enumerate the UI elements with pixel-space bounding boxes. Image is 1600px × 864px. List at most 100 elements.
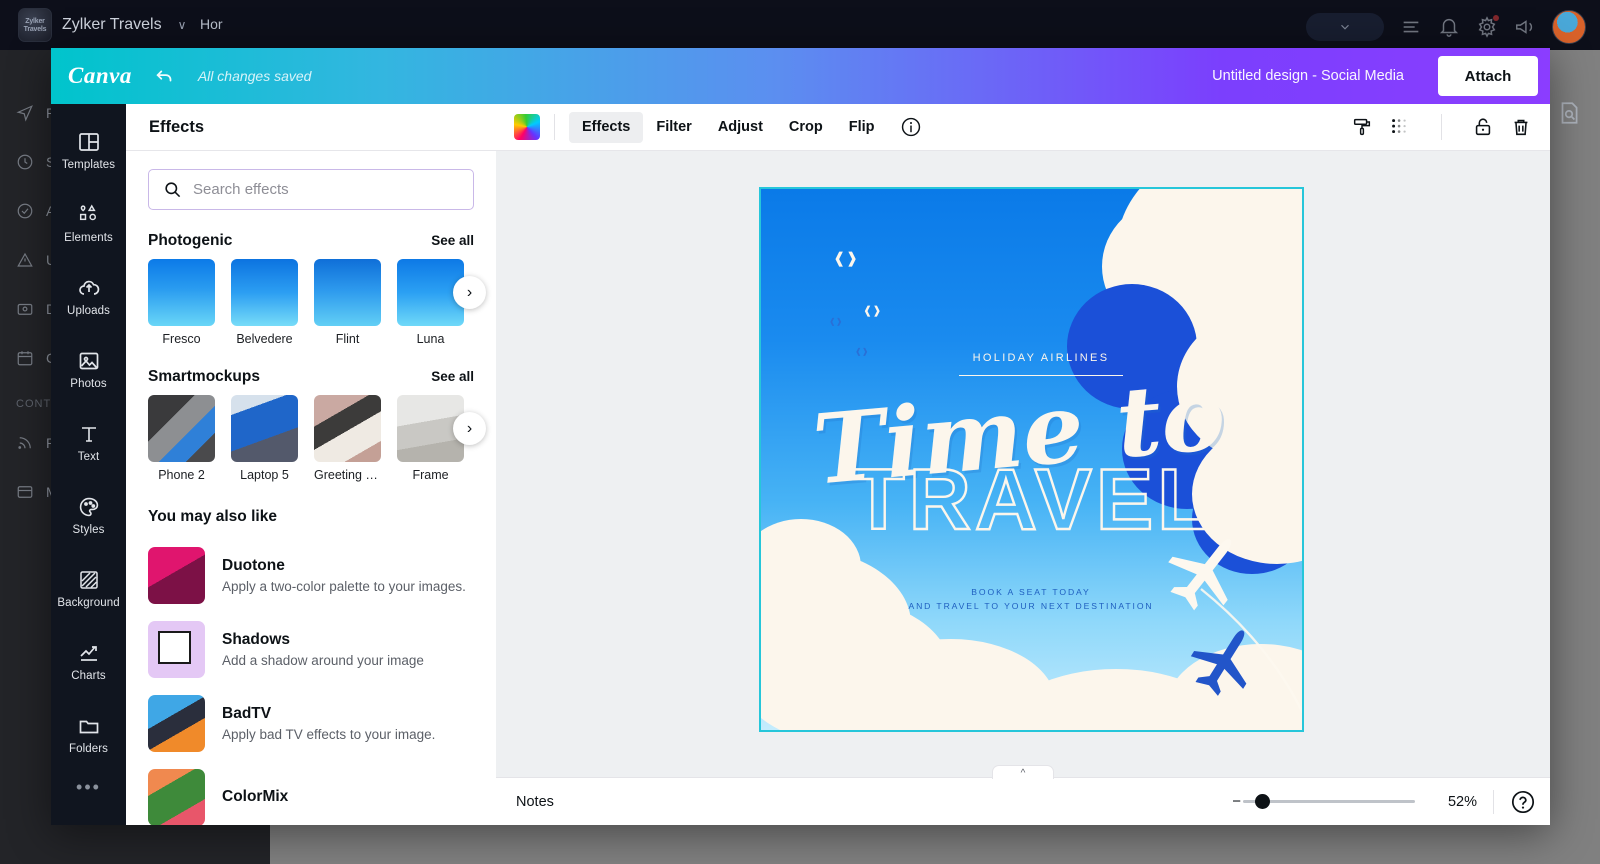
mockup-item-frame[interactable]: Frame xyxy=(397,395,464,482)
effect-item-belvedere[interactable]: Belvedere xyxy=(231,259,298,346)
canvas-area[interactable]: ❰❱ ❰❱ ❰❱ ❰❱ HOLIDAY AIRLINES Time to TRA… xyxy=(496,151,1550,777)
tab-filter[interactable]: Filter xyxy=(643,112,704,143)
bird-icon: ❰❱ xyxy=(833,250,859,267)
canva-logo[interactable]: Canva xyxy=(68,63,132,89)
uploads-icon xyxy=(78,280,99,295)
mockup-item-phone2[interactable]: Phone 2 xyxy=(148,395,215,482)
background-nav[interactable]: Hor xyxy=(200,16,223,32)
effect-thumbnail[interactable] xyxy=(314,259,381,326)
folders-icon xyxy=(79,720,98,734)
cta-line-1: BOOK A SEAT TODAY xyxy=(971,587,1091,597)
cta-text: BOOK A SEAT TODAY AND TRAVEL TO YOUR NEX… xyxy=(841,585,1221,613)
sidebar-item-label: Templates xyxy=(61,159,116,171)
paint-roller-icon[interactable] xyxy=(1351,116,1373,138)
mockup-thumbnail[interactable] xyxy=(314,395,381,462)
sidebar-item-styles[interactable]: Styles xyxy=(51,479,126,552)
smartmockups-thumb-row: Phone 2 Laptop 5 Greeting car... Frame › xyxy=(148,395,486,482)
chevron-right-icon[interactable]: › xyxy=(453,276,486,309)
warning-icon xyxy=(17,252,33,267)
effect-item-flint[interactable]: Flint xyxy=(314,259,381,346)
plan-pill[interactable] xyxy=(1306,13,1384,41)
bell-icon[interactable] xyxy=(1438,16,1460,38)
effect-thumbnail[interactable] xyxy=(231,259,298,326)
list-item[interactable]: Duotone Apply a two-color palette to you… xyxy=(148,538,474,612)
sidebar-item-folders[interactable]: Folders xyxy=(51,698,126,771)
nav-item[interactable]: Hor xyxy=(200,16,223,32)
attach-button[interactable]: Attach xyxy=(1438,56,1538,96)
effect-thumbnail[interactable] xyxy=(148,259,215,326)
toolbar-divider xyxy=(1441,114,1442,140)
design-canvas[interactable]: ❰❱ ❰❱ ❰❱ ❰❱ HOLIDAY AIRLINES Time to TRA… xyxy=(759,187,1304,732)
zoom-out-button[interactable]: − xyxy=(1232,793,1241,810)
info-icon[interactable] xyxy=(900,116,922,138)
effect-item-luna[interactable]: Luna xyxy=(397,259,464,346)
send-icon xyxy=(16,104,33,122)
toolbar-right-icons xyxy=(1351,114,1532,140)
effect-item-fresco[interactable]: Fresco xyxy=(148,259,215,346)
design-name[interactable]: Untitled design - Social Media xyxy=(1212,68,1404,84)
more-options-icon[interactable]: ••• xyxy=(76,777,101,798)
chevron-right-icon[interactable]: › xyxy=(453,412,486,445)
styles-icon xyxy=(79,497,98,517)
suggestion-name: Shadows xyxy=(222,630,291,648)
help-circle-icon[interactable] xyxy=(1510,789,1536,815)
toolbar-divider xyxy=(554,114,555,140)
lock-icon[interactable] xyxy=(1472,116,1494,138)
elements-icon xyxy=(79,204,96,221)
sidebar-item-label: Charts xyxy=(71,670,106,682)
sidebar-item-background[interactable]: Background xyxy=(51,552,126,625)
mockup-item-greeting-card[interactable]: Greeting car... xyxy=(314,395,381,482)
zoom-slider-handle[interactable] xyxy=(1254,794,1270,809)
sidebar-item-templates[interactable]: Templates xyxy=(51,114,126,187)
zoom-slider-track[interactable] xyxy=(1243,794,1415,809)
sidebar-item-label: Text xyxy=(77,451,100,463)
sidebar-item-label: Uploads xyxy=(67,305,110,317)
color-swatch-button[interactable] xyxy=(514,114,540,140)
inbox-icon xyxy=(17,485,33,498)
mockup-item-laptop5[interactable]: Laptop 5 xyxy=(231,395,298,482)
tab-effects[interactable]: Effects xyxy=(569,111,644,143)
search-effects-box[interactable] xyxy=(148,169,474,210)
trash-icon[interactable] xyxy=(1510,116,1532,138)
see-all-photogenic-link[interactable]: See all xyxy=(431,233,474,248)
list-item[interactable]: ColorMix xyxy=(148,760,474,825)
list-item[interactable]: BadTV Apply bad TV effects to your image… xyxy=(148,686,474,760)
chevron-down-icon[interactable]: ∨ xyxy=(178,18,187,32)
mockup-thumbnail[interactable] xyxy=(231,395,298,462)
zoom-level-label: 52% xyxy=(1447,793,1477,810)
tab-adjust[interactable]: Adjust xyxy=(705,112,776,143)
menu-icon[interactable] xyxy=(1400,16,1422,38)
smartmockups-section-header: Smartmockups See all xyxy=(148,368,474,386)
transparency-icon[interactable] xyxy=(1389,116,1411,138)
search-input[interactable] xyxy=(193,170,473,209)
undo-icon[interactable] xyxy=(154,65,176,87)
document-search-icon[interactable] xyxy=(1556,100,1582,126)
photogenic-section-header: Photogenic See all xyxy=(148,232,474,250)
list-item[interactable]: Shadows Add a shadow around your image xyxy=(148,612,474,686)
sidebar-item-label: Folders xyxy=(68,743,109,755)
brand-area[interactable]: Zylker Travels Zylker Travels ∨ xyxy=(18,8,186,42)
notes-button[interactable]: Notes xyxy=(516,794,554,810)
gear-icon[interactable] xyxy=(1476,15,1499,38)
chevron-up-icon[interactable]: ^ xyxy=(992,765,1054,779)
mockup-thumbnail[interactable] xyxy=(148,395,215,462)
sidebar-item-label: Styles xyxy=(72,524,105,536)
section-title: Smartmockups xyxy=(148,368,260,385)
see-all-smartmockups-link[interactable]: See all xyxy=(431,369,474,384)
sidebar-item-elements[interactable]: Elements xyxy=(51,187,126,260)
sidebar-item-text[interactable]: Text xyxy=(51,406,126,479)
suggestions-list: Duotone Apply a two-color palette to you… xyxy=(148,538,474,825)
sidebar-item-uploads[interactable]: Uploads xyxy=(51,260,126,333)
mockup-label: Frame xyxy=(412,468,449,482)
megaphone-icon[interactable] xyxy=(1514,16,1536,38)
text-icon xyxy=(81,427,96,442)
canva-editor-modal: Canva All changes saved Untitled design … xyxy=(51,48,1550,825)
tab-crop[interactable]: Crop xyxy=(776,112,836,143)
section-title: You may also like xyxy=(148,508,277,525)
suggestion-name: ColorMix xyxy=(222,788,289,805)
sidebar-item-charts[interactable]: Charts xyxy=(51,625,126,698)
sidebar-item-photos[interactable]: Photos xyxy=(51,333,126,406)
tab-flip[interactable]: Flip xyxy=(836,112,888,143)
rss-icon xyxy=(18,436,31,449)
avatar[interactable] xyxy=(1552,10,1586,44)
